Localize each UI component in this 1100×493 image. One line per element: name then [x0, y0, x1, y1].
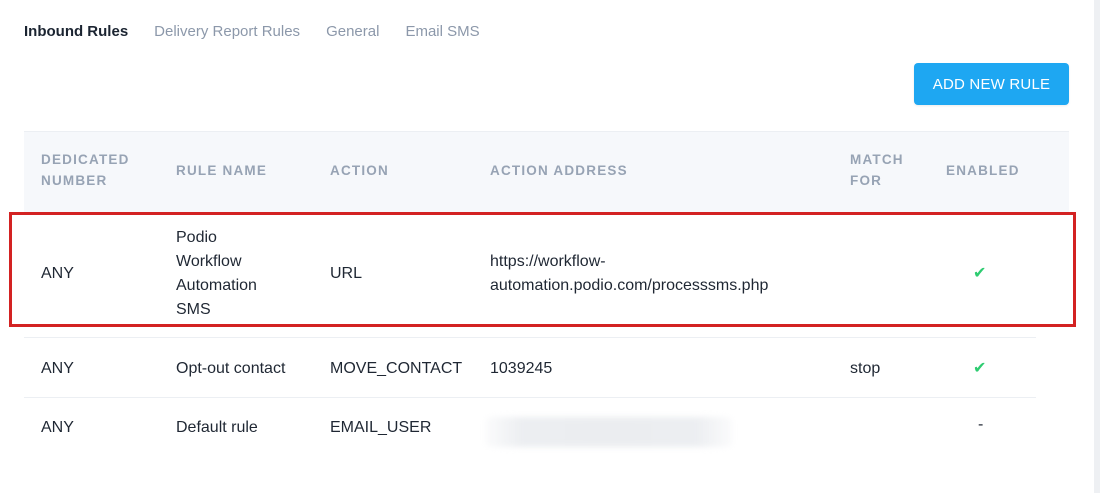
- action-cell: MOVE_CONTACT: [330, 360, 463, 377]
- rule-name-cell: Opt-out contact: [176, 360, 286, 377]
- row-divider: [24, 397, 1036, 398]
- add-new-rule-button[interactable]: ADD NEW RULE: [914, 63, 1069, 105]
- dedicated-number-cell: ANY: [41, 360, 74, 377]
- column-header-action-address: ACTION ADDRESS: [490, 163, 628, 178]
- action-address-cell: https://workflow- automation.podio.com/p…: [490, 253, 769, 294]
- tab-inbound-rules[interactable]: Inbound Rules: [24, 23, 128, 40]
- enabled-check-icon: ✔: [973, 265, 987, 282]
- dedicated-number-cell: ANY: [41, 419, 74, 436]
- column-header-action: ACTION: [330, 163, 389, 178]
- redacted-action-address: [485, 417, 733, 447]
- enabled-dash: -: [978, 416, 984, 433]
- inbound-rules-page: Inbound Rules Delivery Report Rules Gene…: [0, 0, 1100, 493]
- rule-name-cell: Podio Workflow Automation SMS: [176, 229, 257, 318]
- column-header-match-for: MATCH FOR: [850, 152, 904, 188]
- column-header-enabled: ENABLED: [946, 163, 1020, 178]
- tab-delivery-report-rules[interactable]: Delivery Report Rules: [154, 23, 300, 40]
- row-divider: [24, 337, 1036, 338]
- match-for-cell: stop: [850, 360, 881, 377]
- action-address-cell: 1039245: [490, 360, 553, 377]
- dedicated-number-cell: ANY: [41, 265, 74, 282]
- tab-general[interactable]: General: [326, 23, 379, 40]
- rule-name-cell: Default rule: [176, 419, 258, 436]
- action-cell: URL: [330, 265, 363, 282]
- tab-email-sms[interactable]: Email SMS: [405, 23, 479, 40]
- tab-bar: Inbound Rules Delivery Report Rules Gene…: [24, 23, 480, 40]
- action-cell: EMAIL_USER: [330, 419, 432, 436]
- column-header-rule-name: RULE NAME: [176, 163, 268, 178]
- enabled-check-icon: ✔: [973, 360, 987, 377]
- column-header-dedicated-number: DEDICATED NUMBER: [41, 152, 130, 188]
- scrollbar-track[interactable]: [1094, 0, 1100, 493]
